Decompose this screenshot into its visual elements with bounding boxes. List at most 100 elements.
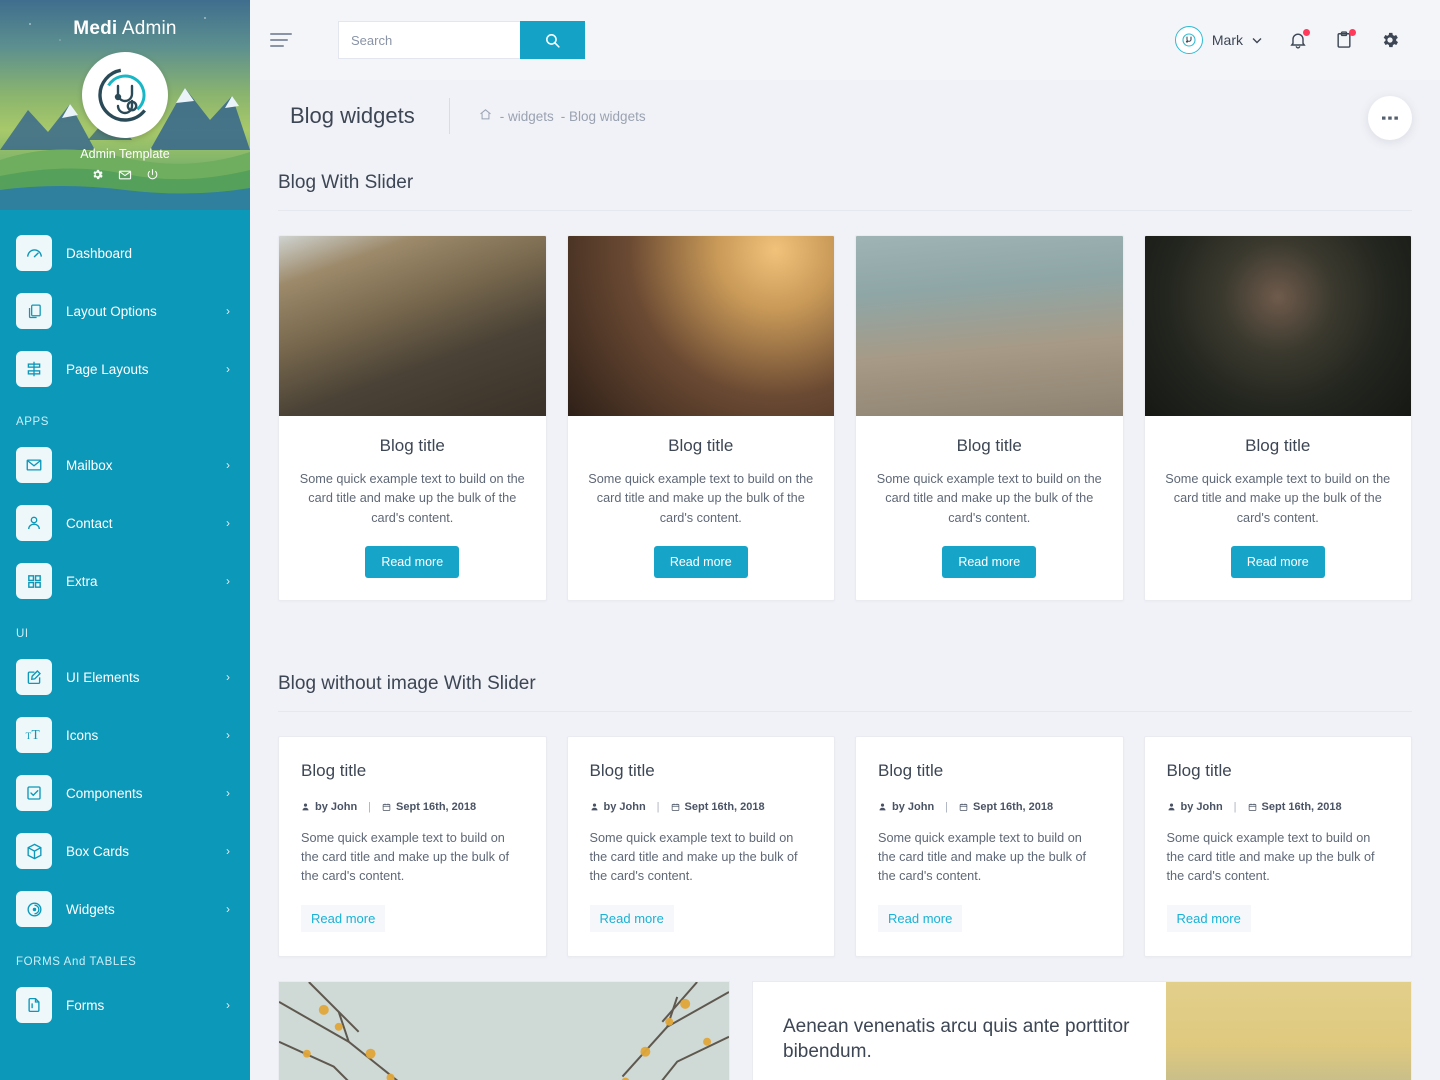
calendar-icon: [671, 803, 679, 811]
tasks-button[interactable]: [1334, 29, 1356, 50]
noimage-blog-card[interactable]: Blog title by John | Sept 16th, 2018 Som…: [278, 735, 547, 957]
user-name: Mark: [1211, 32, 1243, 48]
author-name: by John: [892, 800, 935, 813]
sidebar-item-widgets[interactable]: Widgets ›: [0, 880, 250, 938]
read-more-link[interactable]: Read more: [301, 904, 386, 932]
blog-card[interactable]: Blog title Some quick example text to bu…: [1143, 235, 1412, 601]
card-body: Blog title Some quick example text to bu…: [1145, 416, 1412, 600]
sidebar-item-layout-options[interactable]: Layout Options ›: [0, 282, 250, 340]
envelope-icon[interactable]: [118, 168, 132, 182]
breadcrumb: - widgets - Blog widgets: [478, 107, 646, 125]
sidebar-header: Medi Admin Admin Template: [0, 0, 250, 210]
chevron-right-icon: ›: [226, 670, 230, 684]
user-icon: [879, 803, 886, 811]
featured-article-card[interactable]: Aenean venenatis arcu quis ante porttito…: [752, 980, 1412, 1080]
search-input[interactable]: [338, 21, 520, 59]
menu-toggle-icon[interactable]: [270, 33, 296, 47]
breadcrumb-blog-widgets[interactable]: - Blog widgets: [561, 109, 646, 124]
chevron-right-icon: ›: [226, 728, 230, 742]
search-button[interactable]: [520, 21, 585, 59]
date-text: Sept 16th, 2018: [396, 800, 477, 813]
card-text: Some quick example text to build on the …: [1165, 472, 1391, 525]
featured-article-title: Aenean venenatis arcu quis ante porttito…: [783, 1015, 1130, 1063]
card-meta: by John | Sept 16th, 2018: [590, 801, 813, 813]
noimage-blog-card[interactable]: Blog title by John | Sept 16th, 2018 Som…: [1143, 735, 1412, 957]
user-icon: [591, 803, 597, 811]
tasks-badge-dot: [1349, 29, 1356, 36]
sidebar-item-contact[interactable]: Contact ›: [0, 494, 250, 552]
avatar: [1174, 26, 1203, 54]
chevron-right-icon: ›: [226, 786, 230, 800]
card-text: Some quick example text to build on the …: [1166, 830, 1375, 884]
gear-icon[interactable]: [91, 168, 104, 182]
home-icon[interactable]: [478, 107, 493, 125]
section-heading: Blog With Slider: [278, 158, 1412, 211]
user-icon: [302, 803, 309, 811]
sidebar-item-forms[interactable]: Forms ›: [0, 976, 250, 1034]
search-form: [338, 21, 585, 59]
edit-square-icon: [16, 659, 52, 695]
calendar-icon: [959, 803, 968, 811]
chevron-right-icon: ›: [226, 304, 230, 318]
noimage-blog-card[interactable]: Blog title by John | Sept 16th, 2018 Som…: [855, 735, 1124, 957]
chevron-right-icon: ›: [226, 998, 230, 1012]
sidebar-item-components[interactable]: Components ›: [0, 764, 250, 822]
notifications-button[interactable]: [1288, 29, 1310, 50]
breadcrumb-widgets[interactable]: - widgets: [500, 109, 554, 124]
read-more-button[interactable]: Read more: [942, 545, 1037, 578]
sidebar-item-dashboard[interactable]: Dashboard: [0, 224, 250, 282]
read-more-button[interactable]: Read more: [653, 545, 748, 578]
sidebar-item-ui-elements[interactable]: UI Elements ›: [0, 648, 250, 706]
card-meta: by John | Sept 16th, 2018: [878, 801, 1101, 813]
template-name: Admin Template: [80, 147, 170, 161]
date-text: Sept 16th, 2018: [684, 800, 765, 813]
sidebar-item-mailbox[interactable]: Mailbox ›: [0, 436, 250, 494]
stethoscope-logo-icon: [98, 68, 152, 122]
calendar-icon: [1248, 803, 1256, 811]
sidebar-item-label: Icons: [66, 727, 99, 743]
sidebar-quick-actions: [0, 168, 250, 182]
sidebar-item-label: Mailbox: [66, 457, 113, 473]
card-title: Blog title: [668, 436, 734, 455]
sidebar-item-label: Box Cards: [66, 843, 130, 859]
sidebar-item-extra[interactable]: Extra ›: [0, 552, 250, 610]
blog-card[interactable]: Blog title Some quick example text to bu…: [855, 235, 1124, 601]
sidebar-item-page-layouts[interactable]: Page Layouts ›: [0, 340, 250, 398]
card-title: Blog title: [956, 436, 1022, 455]
card-title: Blog title: [1245, 436, 1311, 455]
featured-image-card[interactable]: 22 October, 2019: [278, 980, 730, 1080]
noimage-blog-card[interactable]: Blog title by John | Sept 16th, 2018 Som…: [566, 735, 835, 957]
sidebar-item-label: Layout Options: [66, 303, 157, 319]
app-root: Medi Admin Admin Template Dashboard Layo…: [0, 0, 1440, 1080]
section-heading: Blog without image With Slider: [278, 659, 1412, 712]
user-icon: [16, 505, 52, 541]
card-text: Some quick example text to build on the …: [878, 830, 1087, 884]
author-name: by John: [1180, 800, 1223, 813]
notification-badge-dot: [1303, 29, 1310, 36]
blog-card[interactable]: Blog title Some quick example text to bu…: [278, 235, 547, 601]
sidebar-item-label: Contact: [66, 515, 113, 531]
bottom-row: 22 October, 2019 Aenean venenatis arcu q…: [278, 957, 1412, 1080]
sidebar-item-icons[interactable]: TT Icons ›: [0, 706, 250, 764]
svg-text:T: T: [32, 727, 40, 742]
power-icon[interactable]: [146, 168, 159, 182]
read-more-button[interactable]: Read more: [1230, 545, 1325, 578]
card-body: Blog title Some quick example text to bu…: [279, 416, 546, 600]
date-text: Sept 16th, 2018: [973, 800, 1054, 813]
sidebar-item-label: Forms: [66, 997, 105, 1013]
read-more-button[interactable]: Read more: [365, 545, 460, 578]
card-body: Blog title Some quick example text to bu…: [856, 416, 1123, 600]
section-blog-without-image-with-slider: Blog without image With Slider Blog titl…: [278, 653, 1412, 957]
blog-card[interactable]: Blog title Some quick example text to bu…: [566, 235, 835, 601]
user-menu[interactable]: Mark: [1174, 26, 1262, 54]
sidebar-item-box-cards[interactable]: Box Cards ›: [0, 822, 250, 880]
read-more-link[interactable]: Read more: [1166, 904, 1251, 932]
read-more-link[interactable]: Read more: [589, 904, 674, 932]
sidebar-category-apps: APPS: [16, 416, 50, 428]
ellipsis-icon: [1382, 116, 1398, 120]
sidebar-item-label: Page Layouts: [66, 361, 149, 377]
card-text: Some quick example text to build on the …: [301, 830, 510, 884]
more-options-button[interactable]: [1368, 96, 1412, 140]
read-more-link[interactable]: Read more: [878, 904, 963, 932]
settings-button[interactable]: [1380, 30, 1400, 50]
